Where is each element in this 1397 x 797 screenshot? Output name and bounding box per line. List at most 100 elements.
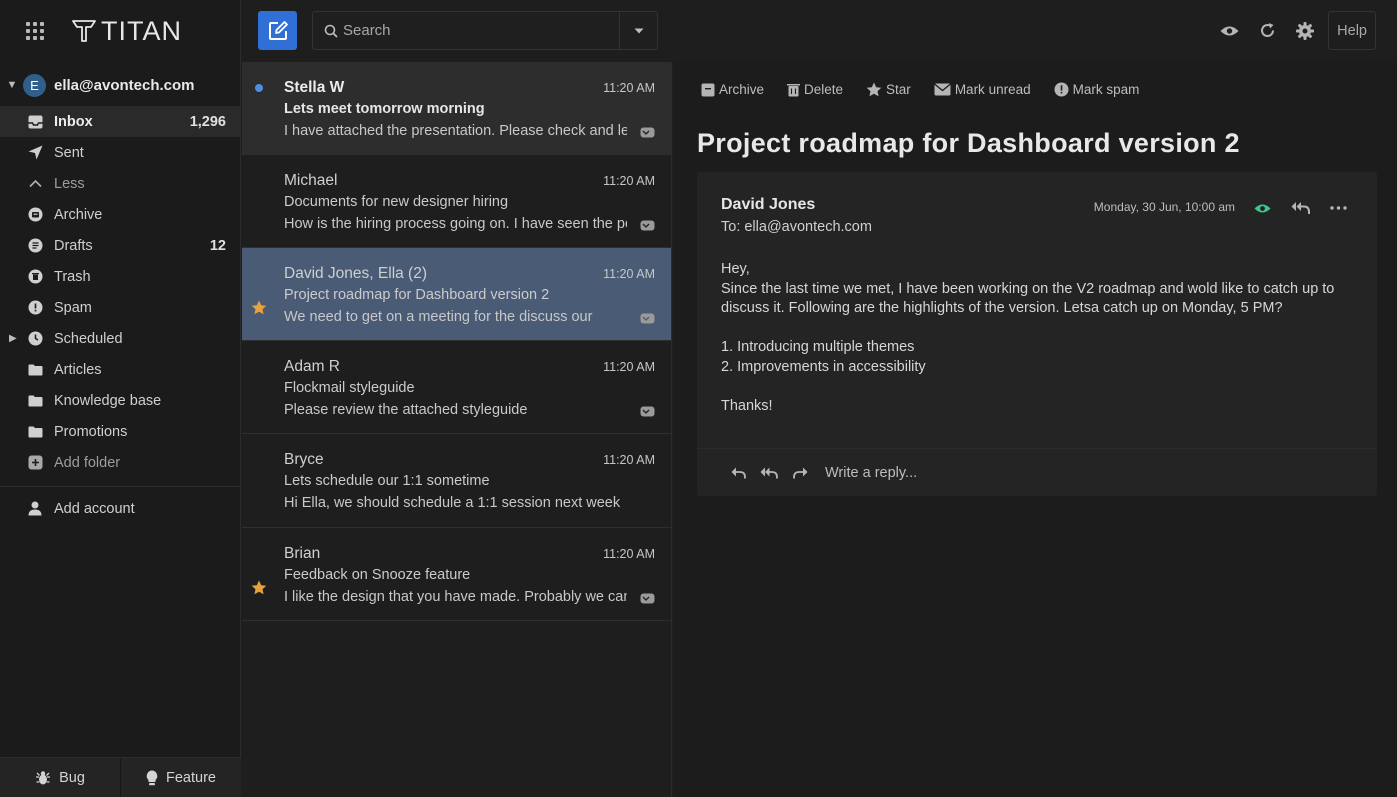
- snooze-icon[interactable]: [640, 311, 655, 327]
- folder-icon: [27, 362, 43, 378]
- email-paragraph: Since the last time we met, I have been …: [721, 280, 1335, 317]
- message-toolbar: Archive Delete Star Mark unread Mark spa…: [674, 62, 1397, 117]
- sidebar-item-knowledge-base[interactable]: Knowledge base: [0, 385, 240, 416]
- sidebar-item-scheduled[interactable]: ▶ Scheduled: [0, 323, 240, 354]
- settings-button[interactable]: [1286, 11, 1324, 50]
- list-item[interactable]: Bryce 11:20 AM Lets schedule our 1:1 som…: [242, 434, 671, 528]
- reply-all-button[interactable]: [755, 459, 783, 487]
- message-preview: Hi Ella, we should schedule a 1:1 sessio…: [284, 495, 621, 511]
- reading-pane-toggle[interactable]: [1210, 11, 1248, 50]
- mark-spam-button[interactable]: Mark spam: [1054, 82, 1139, 97]
- message-sender: Michael: [284, 172, 338, 189]
- sidebar-item-label: Sent: [54, 144, 84, 161]
- feature-request-button[interactable]: Feature: [120, 758, 241, 797]
- sidebar-item-articles[interactable]: Articles: [0, 354, 240, 385]
- message-subject: Lets meet tomorrow morning: [284, 101, 485, 117]
- snooze-icon[interactable]: [640, 404, 655, 420]
- snooze-icon[interactable]: [640, 125, 655, 141]
- sidebar-item-label: Archive: [54, 206, 103, 223]
- email-recipient: To: ella@avontech.com: [721, 219, 872, 235]
- email-sender: David Jones: [721, 196, 816, 213]
- lightbulb-icon: [146, 770, 158, 785]
- folder-list: Inbox 1,296 Sent Less Archive Drafts 12 …: [0, 106, 240, 478]
- reply-input[interactable]: [825, 458, 1345, 487]
- chevron-down-icon[interactable]: ▼: [5, 79, 19, 91]
- list-item[interactable]: Brian 11:20 AM Feedback on Snooze featur…: [242, 528, 671, 621]
- message-subject: Lets schedule our 1:1 sometime: [284, 473, 490, 489]
- folder-icon: [27, 424, 43, 440]
- reply-button[interactable]: [724, 459, 752, 487]
- list-item[interactable]: Michael 11:20 AM Documents for new desig…: [242, 155, 671, 248]
- sidebar-item-label: Scheduled: [54, 330, 123, 347]
- list-item[interactable]: Adam R 11:20 AM Flockmail styleguide Ple…: [242, 341, 671, 434]
- sidebar-item-spam[interactable]: Spam: [0, 292, 240, 323]
- sidebar-item-label: Articles: [54, 361, 102, 378]
- sidebar-header: TITAN: [0, 0, 240, 62]
- quick-reply-bar: [697, 448, 1377, 496]
- more-options-button[interactable]: [1319, 196, 1357, 220]
- star-button[interactable]: Star: [866, 82, 911, 97]
- email-signoff: Thanks!: [721, 397, 773, 414]
- message-preview: Please review the attached styleguide: [284, 402, 528, 418]
- forward-button[interactable]: [786, 459, 814, 487]
- message-time: 11:20 AM: [603, 174, 655, 188]
- star-icon: [866, 82, 882, 97]
- sidebar-item-less[interactable]: Less: [0, 168, 240, 199]
- sidebar-item-drafts[interactable]: Drafts 12: [0, 230, 240, 261]
- inbox-icon: [27, 114, 43, 130]
- reply-all-icon: [1291, 202, 1310, 214]
- sidebar-item-label: Trash: [54, 268, 91, 285]
- sidebar-item-promotions[interactable]: Promotions: [0, 416, 240, 447]
- message-subject: Feedback on Snooze feature: [284, 567, 471, 583]
- account-switcher[interactable]: ▼ E ella@avontech.com: [0, 64, 240, 106]
- sidebar-item-label: Spam: [54, 299, 92, 316]
- sidebar-item-label: Knowledge base: [54, 392, 162, 409]
- search-icon: [324, 24, 338, 38]
- report-bug-button[interactable]: Bug: [0, 758, 120, 797]
- reply-icon: [731, 467, 746, 478]
- bug-label: Bug: [59, 769, 85, 786]
- message-time: 11:20 AM: [603, 547, 655, 561]
- sidebar-item-inbox[interactable]: Inbox 1,296: [0, 106, 240, 137]
- message-time: 11:20 AM: [603, 453, 655, 467]
- add-account-label: Add account: [54, 500, 135, 517]
- apps-grid-icon[interactable]: [25, 21, 45, 41]
- email-body: Hey, Since the last time we met, I have …: [721, 260, 1351, 416]
- delete-button[interactable]: Delete: [787, 82, 843, 97]
- chevron-right-icon[interactable]: ▶: [9, 333, 17, 344]
- delete-label: Delete: [804, 82, 844, 97]
- list-item[interactable]: Stella W 11:20 AM Lets meet tomorrow mor…: [242, 62, 671, 155]
- snooze-icon[interactable]: [640, 218, 655, 234]
- forward-icon: [792, 467, 807, 478]
- sidebar-item-trash[interactable]: Trash: [0, 261, 240, 292]
- help-button[interactable]: Help: [1328, 11, 1376, 50]
- read-receipt-button[interactable]: [1243, 196, 1281, 220]
- spam-icon: [27, 300, 43, 316]
- add-folder-button[interactable]: Add folder: [0, 447, 240, 478]
- star-label: Star: [886, 82, 911, 97]
- sidebar-divider: [0, 486, 240, 487]
- email-date: Monday, 30 Jun, 10:00 am: [1093, 200, 1235, 214]
- snooze-icon[interactable]: [640, 591, 655, 607]
- message-sender: Brian: [284, 545, 321, 562]
- sidebar-item-sent[interactable]: Sent: [0, 137, 240, 168]
- sidebar-item-label: Promotions: [54, 423, 128, 440]
- refresh-button[interactable]: [1248, 11, 1286, 50]
- compose-button[interactable]: [258, 11, 297, 50]
- message-list: Stella W 11:20 AM Lets meet tomorrow mor…: [242, 62, 672, 797]
- star-icon[interactable]: [251, 300, 267, 318]
- search-options-button[interactable]: [619, 12, 657, 49]
- archive-button[interactable]: Archive: [701, 82, 764, 97]
- eye-icon: [1254, 204, 1270, 212]
- add-account-button[interactable]: Add account: [0, 493, 240, 524]
- mark-unread-button[interactable]: Mark unread: [933, 82, 1031, 97]
- star-icon[interactable]: [251, 580, 267, 598]
- search-input[interactable]: [343, 12, 619, 49]
- sidebar-item-archive[interactable]: Archive: [0, 199, 240, 230]
- message-preview: We need to get on a meeting for the disc…: [284, 309, 593, 325]
- reply-all-button[interactable]: [1281, 196, 1319, 220]
- message-subject: Project roadmap for Dashboard version 2: [284, 287, 550, 303]
- clock-icon: [27, 331, 43, 347]
- avatar: E: [23, 73, 46, 97]
- list-item[interactable]: David Jones, Ella (2) 11:20 AM Project r…: [242, 248, 671, 341]
